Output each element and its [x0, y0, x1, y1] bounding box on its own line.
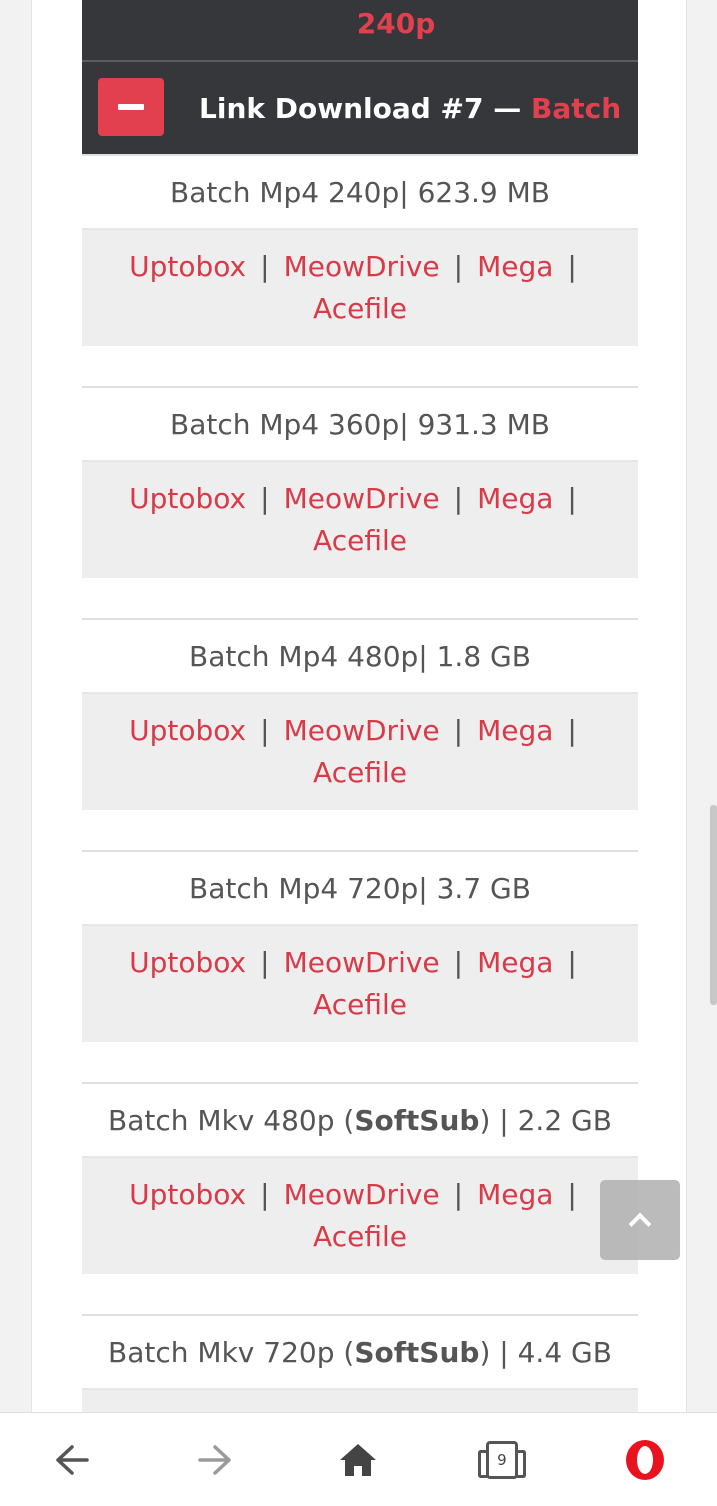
back-button[interactable] — [32, 1420, 112, 1500]
entry-links: Uptobox | MeowDrive | Mega | Acefile — [82, 1158, 638, 1274]
tabs-icon: 9 — [477, 1440, 526, 1479]
previous-section-header[interactable]: 240p — [82, 0, 638, 62]
link-separator: | — [453, 946, 464, 979]
acefile-link[interactable]: Acefile — [313, 288, 407, 330]
entry-title-text: Batch Mp4 240p — [169, 175, 400, 209]
browser-navbar: 9 — [0, 1412, 717, 1506]
entry-size: ) | 2.2 GB — [479, 1103, 612, 1137]
download-entry: Batch Mp4 240p | 623.9 MB Uptobox | MeowDri… — [82, 154, 638, 386]
section-title: Link Download #7 — Batch — [199, 62, 621, 154]
entry-title: Batch Mp4 240p | 623.9 MB — [82, 156, 638, 230]
entry-title-text: Batch Mp4 360p — [169, 407, 400, 441]
section-header[interactable]: Link Download #7 — Batch — [82, 62, 638, 154]
tab-count-label: 9 — [497, 1450, 507, 1469]
entry-subtitle-type: SoftSub — [354, 1335, 480, 1369]
home-button[interactable] — [318, 1420, 398, 1500]
mega-link[interactable]: Mega — [477, 942, 553, 984]
entry-links: Uptobox | MeowDrive | Mega | Acefile — [82, 462, 638, 578]
entry-title-text: Batch Mp4 480p — [189, 639, 419, 673]
meowdrive-link[interactable]: MeowDrive — [284, 710, 440, 752]
previous-section-title: 240p — [356, 7, 436, 40]
chevron-up-icon — [628, 1212, 652, 1236]
link-separator: | — [453, 1178, 464, 1211]
entry-title-text: Batch Mkv 480p ( — [108, 1103, 355, 1137]
mega-link[interactable]: Mega — [477, 478, 553, 520]
back-arrow-icon — [55, 1444, 89, 1475]
mega-link[interactable]: Mega — [477, 710, 553, 752]
link-separator: | — [453, 250, 464, 283]
acefile-link[interactable]: Acefile — [313, 752, 407, 794]
entry-size: | 623.9 MB — [399, 175, 550, 209]
link-separator: | — [260, 250, 270, 283]
forward-button[interactable] — [175, 1420, 255, 1500]
uptobox-link[interactable]: Uptobox — [129, 478, 246, 520]
acefile-link[interactable]: Acefile — [313, 520, 407, 562]
download-entry: Batch Mkv 480p (SoftSub) | 2.2 GB Uptobox… — [82, 1082, 638, 1314]
section-title-accent: Batch — [530, 91, 622, 125]
uptobox-link[interactable]: Uptobox — [129, 942, 246, 984]
minus-icon — [118, 104, 144, 110]
forward-arrow-icon — [198, 1444, 231, 1475]
entry-title-text: Batch Mp4 720p — [189, 871, 419, 905]
entry-size: ) | 4.4 GB — [479, 1335, 612, 1369]
section-title-text: Link Download #7 — — [199, 91, 522, 125]
link-separator: | — [567, 1178, 577, 1211]
download-entry: Batch Mp4 360p | 931.3 MB Uptobox | MeowDri… — [82, 386, 638, 618]
link-separator: | — [260, 714, 270, 747]
link-separator: | — [567, 946, 577, 979]
entry-title: Batch Mp4 720p | 3.7 GB — [82, 852, 638, 926]
entry-subtitle-type: SoftSub — [354, 1103, 480, 1137]
entry-title: Batch Mp4 360p | 931.3 MB — [82, 388, 638, 462]
page-scrollbar[interactable] — [710, 805, 717, 1005]
uptobox-link[interactable]: Uptobox — [129, 1174, 246, 1216]
entry-links: Uptobox | MeowDrive | Mega | Acefile — [82, 230, 638, 346]
link-separator: | — [260, 946, 270, 979]
page-content: 240p Link Download #7 — Batch Batch Mp4 … — [31, 0, 687, 1412]
download-entry: Batch Mp4 480p | 1.8 GB Uptobox | MeowDrive… — [82, 618, 638, 850]
meowdrive-link[interactable]: MeowDrive — [284, 246, 440, 288]
link-separator: | — [453, 482, 464, 515]
opera-logo-icon — [626, 1439, 665, 1480]
link-separator: | — [567, 714, 577, 747]
mega-link[interactable]: Mega — [477, 1174, 553, 1216]
entry-links: Uptobox | MeowDrive | Mega | Acefile — [82, 926, 638, 1042]
download-entries: Batch Mp4 240p | 623.9 MB Uptobox | MeowDri… — [82, 154, 638, 1412]
entry-links: Uptobox|MeowDrive|Mega|Acefile — [82, 1390, 638, 1412]
home-icon — [340, 1443, 377, 1476]
link-separator: | — [567, 250, 577, 283]
download-entry: Batch Mkv 720p (SoftSub) | 4.4 GBUptobox… — [82, 1314, 638, 1412]
scroll-to-top-button[interactable] — [600, 1180, 680, 1260]
collapse-button[interactable] — [98, 78, 164, 136]
link-separator: | — [453, 714, 464, 747]
entry-title: Batch Mp4 480p | 1.8 GB — [82, 620, 638, 694]
acefile-link[interactable]: Acefile — [313, 1216, 407, 1258]
entry-title: Batch Mkv 480p (SoftSub) | 2.2 GB — [82, 1084, 638, 1158]
entry-title-text: Batch Mkv 720p ( — [108, 1335, 355, 1369]
meowdrive-link[interactable]: MeowDrive — [284, 942, 440, 984]
meowdrive-link[interactable]: MeowDrive — [284, 1174, 440, 1216]
meowdrive-link[interactable]: MeowDrive — [284, 478, 440, 520]
download-section: 240p Link Download #7 — Batch Batch Mp4 … — [82, 0, 638, 1412]
entry-title: Batch Mkv 720p (SoftSub) | 4.4 GB — [82, 1316, 638, 1390]
link-separator: | — [260, 1178, 270, 1211]
link-separator: | — [567, 482, 577, 515]
link-separator: | — [260, 482, 270, 515]
entry-size: | 931.3 MB — [399, 407, 550, 441]
download-entry: Batch Mp4 720p | 3.7 GB Uptobox | MeowDrive… — [82, 850, 638, 1082]
uptobox-link[interactable]: Uptobox — [129, 246, 246, 288]
entry-size: | 3.7 GB — [418, 871, 531, 905]
entry-links: Uptobox | MeowDrive | Mega | Acefile — [82, 694, 638, 810]
mega-link[interactable]: Mega — [477, 246, 553, 288]
opera-menu-button[interactable] — [605, 1420, 685, 1500]
tabs-button[interactable]: 9 — [462, 1420, 542, 1500]
entry-size: | 1.8 GB — [418, 639, 531, 673]
uptobox-link[interactable]: Uptobox — [129, 710, 246, 752]
acefile-link[interactable]: Acefile — [313, 984, 407, 1026]
